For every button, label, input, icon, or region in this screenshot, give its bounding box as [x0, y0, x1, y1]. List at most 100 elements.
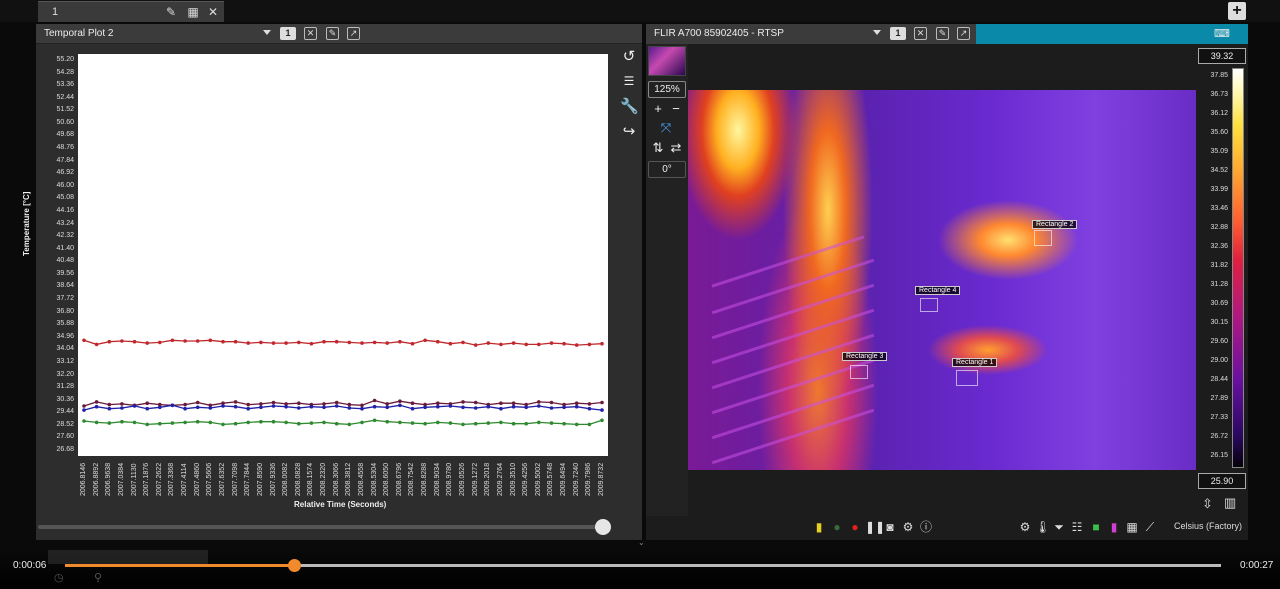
pause-icon[interactable]: ❚❚ [865, 520, 885, 534]
plot-area[interactable] [78, 54, 608, 456]
roi-rectangle-2[interactable] [1034, 230, 1052, 246]
scale-adjust-icon[interactable]: ⇳ [1202, 496, 1213, 512]
flip-vertical-icon[interactable]: ⇅ [650, 140, 666, 156]
search-icon: ⚲ [94, 572, 103, 584]
series-4-point [486, 421, 491, 425]
series-4-point [183, 420, 187, 425]
x-tick-label: 2009.8732 [598, 462, 605, 496]
x-tick-label: 2008.1574 [307, 462, 315, 496]
temperature-unit[interactable]: Celsius (Factory) [1174, 521, 1242, 531]
x-tick-label: 2007.7098 [231, 462, 239, 496]
close-icon[interactable]: ✕ [914, 27, 927, 40]
keyboard-icon[interactable]: ⌨ [1214, 27, 1230, 40]
thermal-image[interactable]: Rectangle 2 Rectangle 4 Rectangle 3 Rect… [688, 90, 1196, 470]
series-4-point [195, 419, 200, 424]
edit-icon[interactable]: ✎ [936, 27, 949, 40]
seek-handle[interactable] [287, 559, 301, 572]
series-3-point [195, 405, 200, 410]
table-icon[interactable]: ▦ [1125, 520, 1139, 534]
series-4-point [322, 420, 326, 425]
series-2-point [82, 404, 86, 408]
roi-label-1: Rectangle 1 [952, 358, 998, 367]
close-icon[interactable]: ✕ [304, 27, 317, 40]
chevron-down-icon[interactable] [263, 30, 271, 35]
series-2-point [511, 401, 516, 406]
undo-icon[interactable]: ↺ [620, 48, 638, 66]
time-range-slider[interactable] [38, 525, 598, 529]
series-3-point [511, 404, 516, 409]
gear-icon[interactable]: ⚙ [1018, 520, 1032, 534]
colorbar-tick-label: 26.15 [1210, 452, 1228, 459]
series-3-point [221, 404, 225, 408]
series-4-point [511, 421, 516, 426]
info-icon[interactable]: ⓘ [919, 520, 933, 534]
grid-layout-icon[interactable]: ▦ [186, 5, 200, 19]
series-2-point [195, 400, 200, 405]
series-4-point [461, 422, 465, 427]
series-4-point [120, 419, 124, 424]
x-tick-label: 2007.1130 [130, 463, 138, 496]
panel-header: Temporal Plot 2 1 ✕ ✎ ↗ [36, 24, 642, 44]
wrench-icon[interactable]: 🔧 [620, 98, 639, 116]
y-tick-label: 53.36 [56, 81, 74, 89]
series-1-point [574, 343, 579, 347]
camera-icon[interactable]: ◙ [883, 520, 897, 534]
y-tick-label: 49.68 [56, 131, 74, 139]
roi-rectangle-4[interactable] [920, 298, 938, 312]
colorbar-tick-label: 29.60 [1210, 338, 1228, 345]
roi-label-2: Rectangle 2 [1032, 220, 1078, 229]
cube-icon[interactable]: ■ [1089, 520, 1103, 534]
series-4-point [309, 421, 314, 425]
series-3-point [410, 406, 415, 411]
fit-screen-icon[interactable]: ⤧ [658, 120, 674, 136]
x-tick-label: 2009.5748 [547, 462, 555, 496]
series-1-point [537, 342, 541, 347]
colorbar-tick-label: 31.28 [1210, 281, 1228, 288]
workspace-tab[interactable]: 1 ✎ ▦ ✕ [38, 1, 224, 22]
colorbar-tick-label: 27.89 [1210, 395, 1228, 402]
chevron-down-icon[interactable]: ⌄ [638, 538, 645, 547]
histogram-icon[interactable]: ▥ [1224, 495, 1236, 511]
series-2-point [372, 398, 377, 403]
close-icon[interactable]: ✕ [206, 5, 220, 19]
add-tab-button[interactable]: + [1228, 2, 1246, 20]
chevron-down-icon[interactable] [873, 30, 881, 35]
x-tick-label: 2008.3812 [345, 462, 353, 496]
top-tab-bar: 1 ✎ ▦ ✕ + [0, 0, 1280, 22]
zoom-out-icon[interactable]: − [668, 101, 684, 117]
time-range-slider-handle[interactable] [595, 519, 611, 535]
thumbnail-preview[interactable] [648, 46, 686, 76]
zoom-in-icon[interactable]: + [650, 101, 666, 117]
scale-max-input[interactable]: 39.32 [1198, 48, 1246, 64]
series-3-point [170, 403, 175, 408]
series-4-point [398, 420, 402, 425]
roi-rectangle-3[interactable] [850, 365, 868, 379]
popout-icon[interactable]: ↗ [957, 27, 970, 40]
zoom-level[interactable]: 125% [648, 81, 686, 98]
rotation-value[interactable]: 0° [648, 161, 686, 178]
edit-icon[interactable]: ✎ [326, 27, 339, 40]
x-tick-label: 2008.0082 [282, 462, 290, 496]
roi-rectangle-1[interactable] [956, 370, 978, 386]
series-4-point [549, 421, 554, 425]
y-tick-label: 33.12 [56, 357, 74, 365]
flip-horizontal-icon[interactable]: ⇄ [668, 140, 684, 156]
series-3-point [385, 405, 390, 410]
series-4-point [499, 420, 503, 425]
line-chart-icon[interactable]: ⟋ [1143, 520, 1157, 534]
sort-bars-icon[interactable]: ☰ [620, 72, 638, 90]
record-icon[interactable]: ● [848, 520, 862, 534]
thermometer-icon[interactable]: 🌡 [1035, 520, 1050, 534]
popout-icon[interactable]: ↗ [347, 27, 360, 40]
palette-icon[interactable]: ▮ [1107, 520, 1121, 534]
scale-min-input[interactable]: 25.90 [1198, 473, 1246, 489]
y-tick-label: 40.48 [56, 257, 74, 265]
colorbar-tick-label: 29.00 [1210, 357, 1228, 364]
sliders-icon[interactable]: ☷ [1070, 520, 1084, 534]
settings-alert-icon[interactable]: ⚙ [901, 520, 915, 534]
series-4-point [271, 419, 276, 424]
pencil-icon[interactable]: ✎ [164, 5, 178, 19]
series-2-point [246, 402, 250, 407]
filter-icon[interactable]: ⏷ [1052, 520, 1066, 534]
redo-icon[interactable]: ↪ [620, 123, 638, 141]
